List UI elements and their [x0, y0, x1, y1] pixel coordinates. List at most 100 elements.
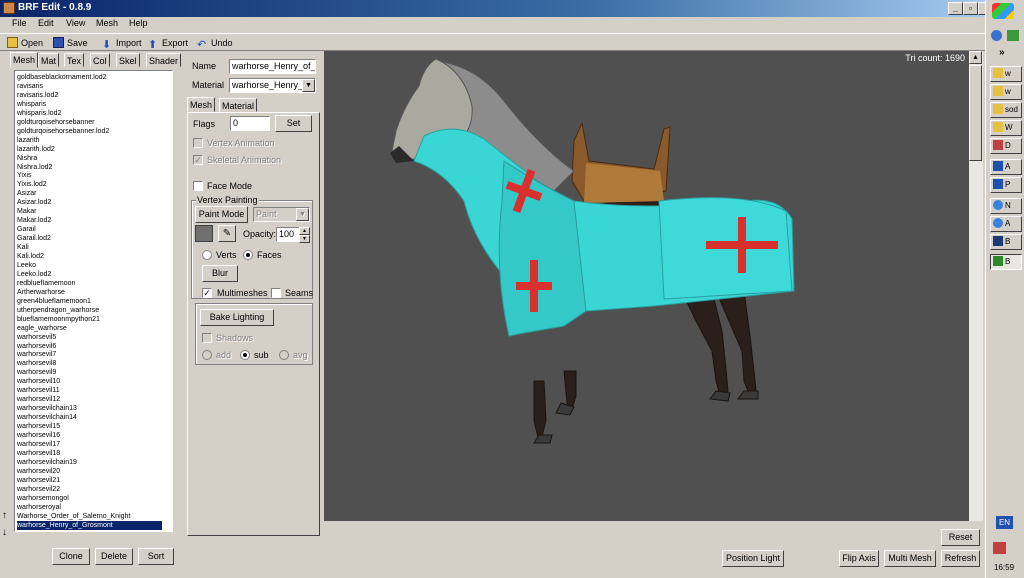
list-item[interactable]: goldturqoisehorsebanner: [17, 118, 94, 127]
list-item[interactable]: warhorsevil21: [17, 476, 60, 485]
paint-select[interactable]: Paint ▼: [253, 207, 310, 222]
tab-mat[interactable]: Mat: [38, 53, 60, 67]
list-item[interactable]: Leeko: [17, 261, 36, 270]
opacity-down-button[interactable]: ▼: [299, 235, 310, 243]
list-item[interactable]: warhorsevilchain14: [17, 413, 77, 422]
task-item[interactable]: sod: [990, 102, 1022, 118]
export-button[interactable]: ⬆ Export: [148, 36, 188, 51]
list-item[interactable]: warhorsevil5: [17, 333, 56, 342]
material-select[interactable]: warhorse_Henry_of ▼: [229, 78, 316, 93]
task-item[interactable]: W: [990, 120, 1022, 136]
list-item[interactable]: goldbaseblackornament.lod2: [17, 73, 107, 82]
start-icon[interactable]: [992, 3, 1014, 19]
import-button[interactable]: ⬇ Import: [102, 36, 142, 51]
tab-tex[interactable]: Tex: [64, 53, 85, 67]
color-swatch[interactable]: [195, 225, 213, 242]
menu-help[interactable]: Help: [129, 18, 148, 28]
list-item[interactable]: warhorseroyal: [17, 503, 61, 512]
faces-radio[interactable]: [243, 250, 253, 260]
list-item[interactable]: bluefIamemoonmpython21: [17, 315, 100, 324]
tab-props-mesh[interactable]: Mesh: [187, 97, 216, 112]
list-item[interactable]: lazarith: [17, 136, 40, 145]
list-item[interactable]: Garail: [17, 225, 36, 234]
list-item[interactable]: Kali.lod2: [17, 252, 44, 261]
task-item[interactable]: A: [990, 216, 1022, 232]
move-down-icon[interactable]: ↓: [2, 527, 7, 538]
list-item[interactable]: whisparis: [17, 100, 46, 109]
list-item[interactable]: Kali: [17, 243, 29, 252]
list-item[interactable]: warhorsevil16: [17, 431, 60, 440]
list-item[interactable]: warhorsevil18: [17, 449, 60, 458]
multimeshes-checkbox[interactable]: ✓: [202, 288, 212, 298]
face-mode-checkbox[interactable]: [193, 181, 203, 191]
list-item[interactable]: eagle_warhorse: [17, 324, 67, 333]
list-item[interactable]: ravisaris.lod2: [17, 91, 58, 100]
minimize-button[interactable]: _: [948, 2, 963, 15]
task-item[interactable]: P: [990, 177, 1022, 193]
tab-props-material[interactable]: Material: [219, 98, 258, 112]
list-item[interactable]: warhorsevil9: [17, 368, 56, 377]
list-item[interactable]: Makar.lod2: [17, 216, 51, 225]
position-light-button[interactable]: Position Light: [722, 550, 784, 567]
language-indicator[interactable]: EN: [996, 516, 1013, 529]
clone-button[interactable]: Clone: [52, 548, 90, 565]
scroll-thumb[interactable]: [969, 65, 982, 161]
browser-icon[interactable]: [991, 30, 1002, 41]
list-item[interactable]: warhorsevil7: [17, 350, 56, 359]
task-item[interactable]: A: [990, 159, 1022, 175]
list-item[interactable]: Leeko.lod2: [17, 270, 51, 279]
open-button[interactable]: Open: [7, 36, 43, 50]
desktop-icon[interactable]: [1007, 30, 1019, 41]
list-item[interactable]: ravisaris: [17, 82, 43, 91]
maximize-button[interactable]: ▫: [963, 2, 978, 15]
vertex-animation-checkbox[interactable]: [193, 138, 203, 148]
chevron-down-icon[interactable]: ▼: [302, 79, 315, 92]
task-item[interactable]: N: [990, 198, 1022, 214]
task-item[interactable]: B: [990, 234, 1022, 250]
list-item[interactable]: warhorse_Henry_of_Grosmont: [17, 520, 162, 530]
list-item[interactable]: warhorsemongol: [17, 494, 69, 503]
task-item[interactable]: w: [990, 66, 1022, 82]
save-button[interactable]: Save: [53, 36, 88, 50]
add-radio[interactable]: [202, 350, 212, 360]
tray-icon[interactable]: [993, 542, 1006, 554]
list-item[interactable]: Asizar: [17, 189, 36, 198]
list-item[interactable]: warhorsevilchain13: [17, 404, 77, 413]
list-item[interactable]: Nishra: [17, 154, 37, 163]
set-button[interactable]: Set: [275, 115, 312, 132]
list-item[interactable]: Makar: [17, 207, 36, 216]
undo-button[interactable]: ↶ Undo: [197, 36, 233, 51]
list-item[interactable]: Yixis.lod2: [17, 180, 47, 189]
list-item[interactable]: warhorsevil22: [17, 485, 60, 494]
list-item[interactable]: Yixis: [17, 171, 32, 180]
paint-mode-button[interactable]: Paint Mode: [195, 206, 248, 223]
3d-viewport[interactable]: Tri count: 1690: [324, 51, 969, 521]
refresh-button[interactable]: Refresh: [941, 550, 980, 567]
list-item[interactable]: Asizar.lod2: [17, 198, 51, 207]
scroll-up-button[interactable]: ▲: [969, 51, 982, 64]
reset-button[interactable]: Reset: [941, 529, 980, 546]
list-item[interactable]: lazarith.lod2: [17, 145, 55, 154]
task-item[interactable]: w: [990, 84, 1022, 100]
tab-skel[interactable]: Skel: [116, 53, 140, 67]
task-item-active[interactable]: B: [990, 254, 1022, 270]
brush-icon[interactable]: ✎: [218, 225, 236, 242]
close-button[interactable]: [978, 2, 985, 15]
task-item[interactable]: D: [990, 138, 1022, 154]
skeletal-animation-checkbox[interactable]: ✓: [193, 155, 203, 165]
list-item[interactable]: warhorsevil12: [17, 395, 60, 404]
menu-view[interactable]: View: [66, 18, 85, 28]
list-item[interactable]: redbluefIamemoon: [17, 279, 75, 288]
chevron-icon[interactable]: »: [999, 47, 1005, 58]
list-item[interactable]: whisparis.lod2: [17, 109, 61, 118]
list-item[interactable]: warhorsevil10: [17, 377, 60, 386]
list-item[interactable]: Artherwarhorse: [17, 288, 65, 297]
menu-edit[interactable]: Edit: [38, 18, 54, 28]
sort-button[interactable]: Sort: [138, 548, 174, 565]
list-item[interactable]: green4bluefIamemoon1: [17, 297, 91, 306]
list-item[interactable]: warhorsevilchain19: [17, 458, 77, 467]
opacity-up-button[interactable]: ▲: [299, 227, 310, 235]
list-item[interactable]: warhorsevil8: [17, 359, 56, 368]
list-item[interactable]: Nishra.lod2: [17, 163, 52, 172]
verts-radio[interactable]: [202, 250, 212, 260]
